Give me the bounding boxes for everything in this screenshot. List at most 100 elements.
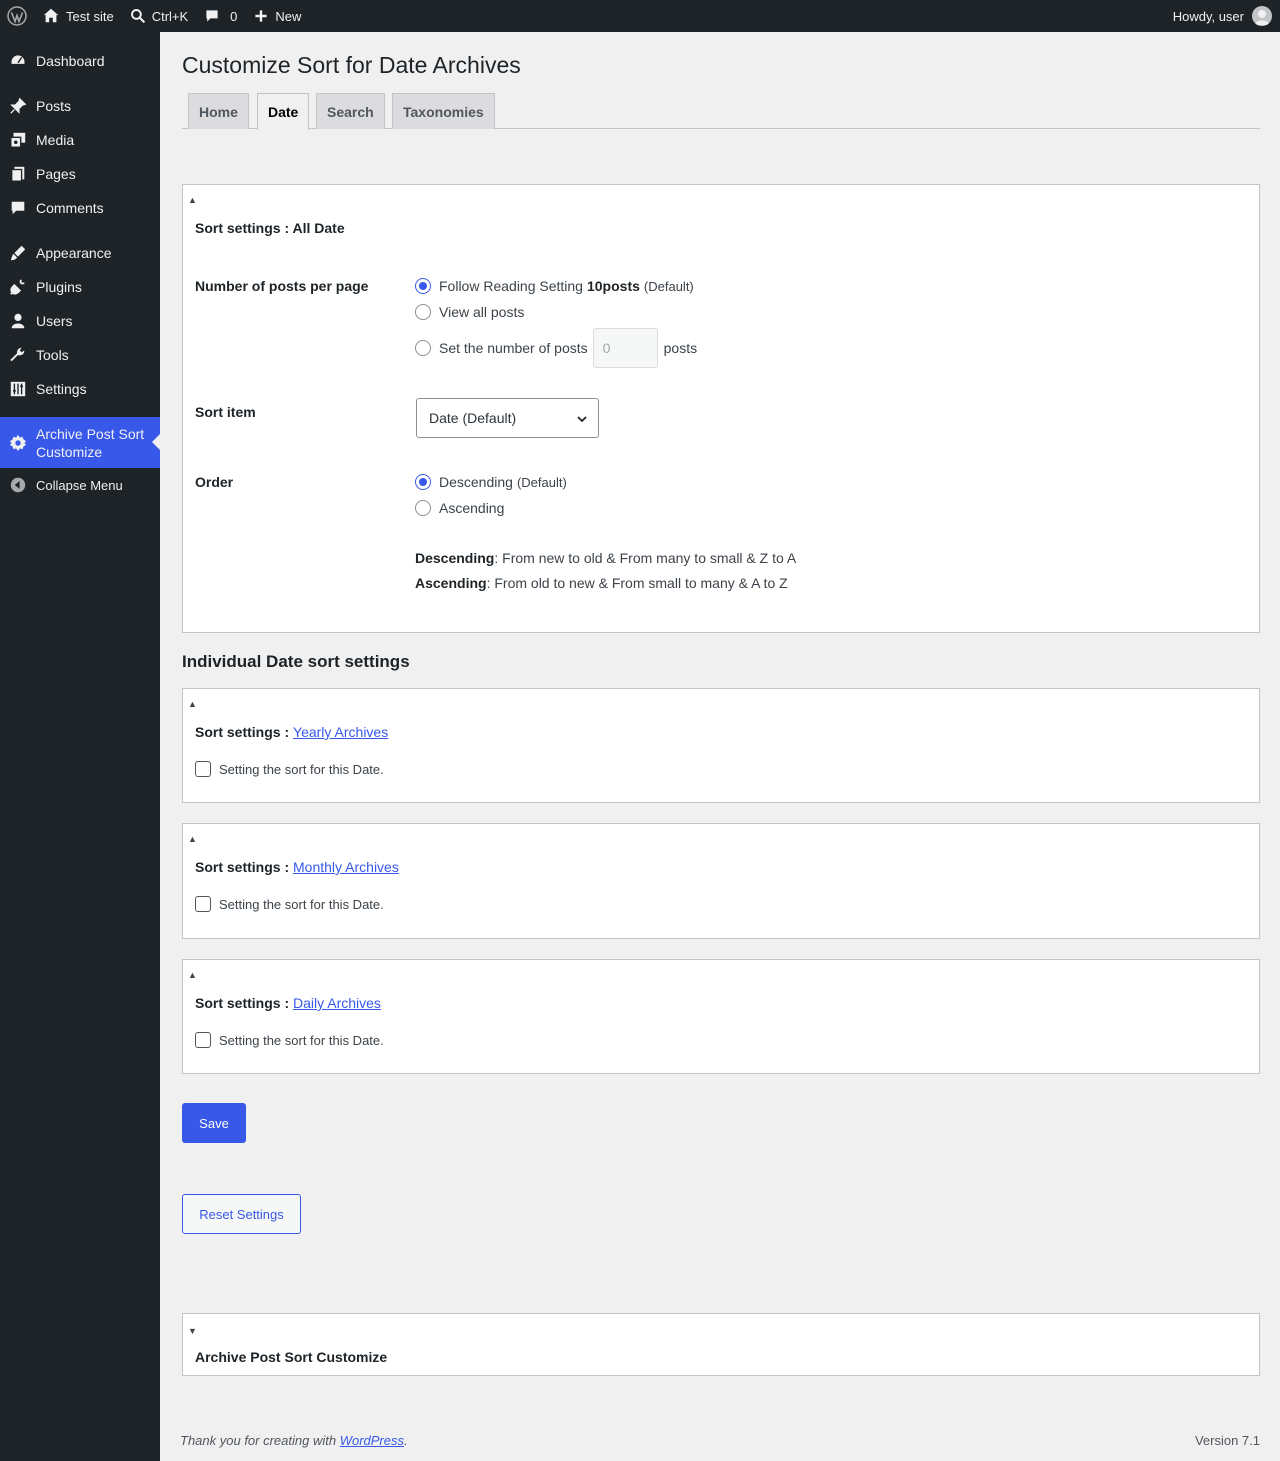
command-palette-button[interactable]: Ctrl+K [122, 0, 196, 32]
monthly-archives-link[interactable]: Monthly Archives [293, 859, 399, 875]
individual-section-heading: Individual Date sort settings [182, 652, 410, 671]
checkbox-label: Setting the sort for this Date. [219, 1032, 384, 1048]
radio-set-number[interactable] [415, 340, 431, 356]
wordpress-link[interactable]: WordPress [340, 1433, 404, 1448]
radio-descending-label: Descending [439, 474, 513, 490]
about-plugin-title: Archive Post Sort Customize [195, 1349, 388, 1365]
descending-description: Descending: From new to old & From many … [415, 550, 796, 566]
chevron-down-icon [577, 416, 587, 423]
yearly-checkbox-row[interactable]: Setting the sort for this Date. [195, 761, 384, 777]
radio-descending[interactable] [415, 474, 431, 490]
sidebar-item-label: Posts [36, 98, 72, 114]
sidebar-item-comments[interactable]: Comments [0, 191, 160, 225]
sidebar-item-label: Users [36, 313, 73, 329]
sliders-icon [10, 381, 26, 397]
posts-number-input[interactable]: 0 [592, 328, 658, 368]
radio-follow-reading[interactable] [415, 278, 431, 294]
sidebar-item-label: Comments [36, 200, 104, 216]
collapse-toggle-icon[interactable]: ▲ [188, 834, 197, 844]
tab-date[interactable]: Date [257, 93, 310, 130]
wrench-icon [10, 347, 25, 362]
sidebar-item-label-line1: Archive Post Sort [36, 425, 145, 442]
monthly-checkbox-row[interactable]: Setting the sort for this Date. [195, 896, 384, 912]
user-avatar-icon [1255, 10, 1269, 25]
site-name-link[interactable]: Test site [34, 0, 122, 32]
sidebar-item-dashboard[interactable]: Dashboard [0, 44, 160, 78]
tab-search[interactable]: Search [316, 93, 385, 129]
collapse-toggle-icon[interactable]: ▲ [188, 195, 197, 205]
tab-taxonomies[interactable]: Taxonomies [392, 93, 495, 129]
comments-count: 0 [230, 8, 238, 24]
daily-archives-link[interactable]: Daily Archives [293, 995, 381, 1011]
posts-per-page-all-option[interactable]: View all posts [415, 304, 524, 320]
new-label: New [275, 8, 302, 24]
posts-per-page-set-option[interactable]: Set the number of posts 0 posts [415, 328, 697, 368]
sidebar-item-plugins[interactable]: Plugins [0, 270, 160, 304]
posts-suffix: posts [663, 340, 698, 356]
daily-checkbox-row[interactable]: Setting the sort for this Date. [195, 1032, 384, 1048]
sidebar-item-settings[interactable]: Settings [0, 372, 160, 406]
tab-home[interactable]: Home [188, 93, 249, 129]
footer-version: Version 7.1 [1194, 1433, 1260, 1448]
tab-bar: Home Date Search Taxonomies [182, 93, 1260, 130]
sidebar-item-pages[interactable]: Pages [0, 157, 160, 191]
checkbox-label: Setting the sort for this Date. [219, 761, 384, 777]
yearly-title: Sort settings : Yearly Archives [195, 724, 388, 740]
about-plugin-box: ▼ Archive Post Sort Customize [182, 1313, 1260, 1376]
sidebar-item-label: Pages [36, 166, 76, 182]
sort-item-select[interactable]: Date (Default) [416, 398, 599, 438]
save-button[interactable]: Save [182, 1103, 246, 1143]
ascending-description: Ascending: From old to new & From small … [415, 575, 788, 591]
posts-per-page-follow-option[interactable]: Follow Reading Setting 10posts (Default) [415, 278, 694, 294]
sidebar-item-appearance[interactable]: Appearance [0, 236, 160, 270]
default-tag: (Default) [516, 474, 567, 490]
pages-icon [11, 166, 25, 182]
wordpress-logo-icon [7, 6, 27, 26]
sort-settings-prefix: Sort settings : [195, 995, 290, 1011]
plug-icon [10, 279, 25, 295]
radio-view-all[interactable] [415, 304, 431, 320]
avatar [1252, 6, 1272, 26]
wordpress-logo-button[interactable] [0, 0, 34, 32]
collapse-toggle-icon[interactable]: ▲ [188, 699, 197, 709]
new-content-button[interactable]: New [245, 0, 309, 32]
gear-icon [9, 434, 27, 451]
footer-thanks-suffix: . [404, 1433, 408, 1448]
monthly-title: Sort settings : Monthly Archives [195, 859, 399, 875]
search-icon [130, 9, 145, 24]
collapse-menu-button[interactable]: Collapse Menu [0, 468, 160, 502]
sort-settings-prefix: Sort settings : [195, 724, 290, 740]
reset-settings-button[interactable]: Reset Settings [182, 1194, 301, 1234]
order-desc-option[interactable]: Descending (Default) [415, 474, 567, 490]
follow-value: 10posts [586, 278, 640, 294]
sort-item-label: Sort item [195, 404, 256, 420]
my-account-link[interactable]: Howdy, user [1173, 6, 1280, 26]
sidebar-item-label: Appearance [36, 245, 112, 261]
radio-ascending-label: Ascending [439, 500, 505, 516]
expand-toggle-icon[interactable]: ▼ [188, 1326, 197, 1336]
collapse-icon [10, 477, 26, 493]
sidebar-item-label: Plugins [36, 279, 82, 295]
daily-title: Sort settings : Daily Archives [195, 995, 381, 1011]
sidebar-item-media[interactable]: Media [0, 123, 160, 157]
media-icon [10, 132, 26, 148]
sidebar-item-tools[interactable]: Tools [0, 338, 160, 372]
yearly-checkbox[interactable] [195, 761, 211, 777]
sidebar-item-users[interactable]: Users [0, 304, 160, 338]
yearly-archives-link[interactable]: Yearly Archives [293, 724, 388, 740]
order-asc-option[interactable]: Ascending [415, 500, 504, 516]
home-icon [43, 8, 59, 23]
brush-icon [10, 245, 26, 261]
sidebar-item-posts[interactable]: Posts [0, 89, 160, 123]
sidebar-item-label: Settings [36, 381, 87, 397]
radio-view-all-label: View all posts [439, 304, 525, 320]
ascending-term: Ascending [415, 575, 487, 591]
checkbox-label: Setting the sort for this Date. [219, 896, 384, 912]
radio-ascending[interactable] [415, 500, 431, 516]
sidebar-item-archive-post-sort-customize[interactable]: Archive Post Sort Customize [0, 417, 160, 468]
collapse-toggle-icon[interactable]: ▲ [188, 970, 197, 980]
daily-checkbox[interactable] [195, 1032, 211, 1048]
footer-thanks-prefix: Thank you for creating with [180, 1433, 340, 1448]
monthly-checkbox[interactable] [195, 896, 211, 912]
comments-link[interactable]: 0 [196, 0, 245, 32]
